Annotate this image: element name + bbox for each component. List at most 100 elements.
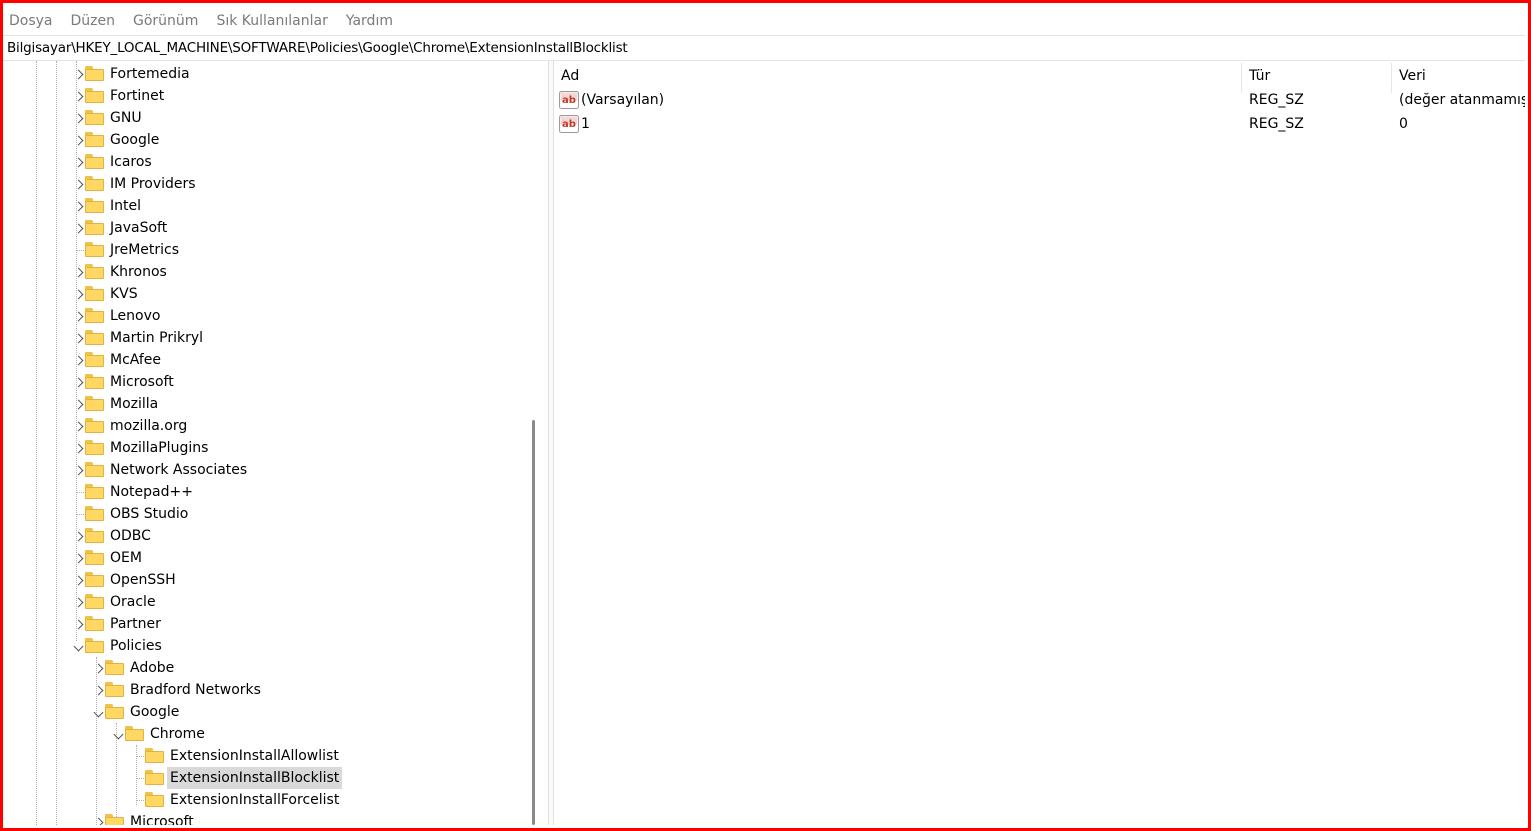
chevron-right-icon[interactable] <box>71 415 85 437</box>
tree-item[interactable]: ExtensionInstallAllowlist <box>3 745 523 767</box>
menu-item-g-r-n-m[interactable]: Görünüm <box>133 13 198 29</box>
tree-item-label: JreMetrics <box>110 242 180 258</box>
menu-item-d-zen[interactable]: Düzen <box>71 13 116 29</box>
tree-item-label: ExtensionInstallAllowlist <box>170 748 339 764</box>
tree-item[interactable]: OEM <box>3 547 523 569</box>
chevron-right-icon[interactable] <box>71 195 85 217</box>
chevron-right-icon[interactable] <box>71 547 85 569</box>
string-value-icon: ab <box>559 115 579 133</box>
chevron-right-icon[interactable] <box>91 811 105 825</box>
tree-item[interactable]: Chrome <box>3 723 523 745</box>
column-separator[interactable] <box>1391 63 1392 93</box>
tree-scrollbar[interactable] <box>532 420 535 825</box>
tree-item[interactable]: McAfee <box>3 349 523 371</box>
chevron-right-icon[interactable] <box>71 569 85 591</box>
chevron-right-icon[interactable] <box>71 63 85 85</box>
folder-icon <box>85 594 104 609</box>
tree-item-label: Network Associates <box>110 462 248 478</box>
chevron-right-icon[interactable] <box>71 591 85 613</box>
tree-item[interactable]: Oracle <box>3 591 523 613</box>
tree-item[interactable]: OBS Studio <box>3 503 523 525</box>
chevron-right-icon[interactable] <box>91 679 105 701</box>
folder-icon <box>85 506 104 521</box>
chevron-right-icon[interactable] <box>71 107 85 129</box>
tree-item[interactable]: Fortinet <box>3 85 523 107</box>
menu-item-dosya[interactable]: Dosya <box>9 13 53 29</box>
chevron-right-icon[interactable] <box>71 349 85 371</box>
chevron-right-icon[interactable] <box>71 393 85 415</box>
tree-item-label: OBS Studio <box>110 506 189 522</box>
chevron-right-icon[interactable] <box>91 657 105 679</box>
tree-item[interactable]: Icaros <box>3 151 523 173</box>
tree-item[interactable]: ExtensionInstallBlocklist <box>3 767 523 789</box>
tree-item[interactable]: Adobe <box>3 657 523 679</box>
chevron-down-icon[interactable] <box>111 723 125 745</box>
tree-item-label: Oracle <box>110 594 156 610</box>
chevron-right-icon[interactable] <box>71 217 85 239</box>
tree-item-label: Policies <box>110 638 162 654</box>
chevron-right-icon[interactable] <box>71 261 85 283</box>
chevron-right-icon[interactable] <box>71 525 85 547</box>
chevron-right-icon[interactable] <box>71 129 85 151</box>
chevron-right-icon[interactable] <box>71 371 85 393</box>
tree-item[interactable]: Bradford Networks <box>3 679 523 701</box>
tree-item[interactable]: ExtensionInstallForcelist <box>3 789 523 811</box>
tree-item-label: KVS <box>110 286 138 302</box>
chevron-right-icon[interactable] <box>71 151 85 173</box>
tree-item[interactable]: JavaSoft <box>3 217 523 239</box>
chevron-right-icon[interactable] <box>71 613 85 635</box>
chevron-right-icon[interactable] <box>71 437 85 459</box>
tree-item[interactable]: Notepad++ <box>3 481 523 503</box>
folder-icon <box>85 110 104 125</box>
tree-item[interactable]: Khronos <box>3 261 523 283</box>
folder-icon <box>85 462 104 477</box>
chevron-right-icon[interactable] <box>71 283 85 305</box>
tree-item-label: Martin Prikryl <box>110 330 203 346</box>
registry-tree[interactable]: Fortemedia Fortinet GNU Google Icaros IM Prov… <box>3 61 527 825</box>
chevron-right-icon[interactable] <box>71 327 85 349</box>
tree-item[interactable]: Policies <box>3 635 523 657</box>
tree-item[interactable]: Microsoft <box>3 811 523 825</box>
tree-item[interactable]: Martin Prikryl <box>3 327 523 349</box>
tree-item[interactable]: KVS <box>3 283 523 305</box>
chevron-down-icon[interactable] <box>91 701 105 723</box>
folder-icon <box>85 330 104 345</box>
tree-item-label: JavaSoft <box>110 220 168 236</box>
tree-item[interactable]: IM Providers <box>3 173 523 195</box>
menu-item-yard-m[interactable]: Yardım <box>346 13 393 29</box>
column-header-name[interactable]: Ad <box>561 65 579 87</box>
folder-icon <box>85 88 104 103</box>
folder-icon <box>85 154 104 169</box>
tree-item[interactable]: mozilla.org <box>3 415 523 437</box>
tree-item[interactable]: Google <box>3 701 523 723</box>
column-header-data[interactable]: Veri <box>1399 65 1426 87</box>
tree-item[interactable]: Microsoft <box>3 371 523 393</box>
address-bar[interactable]: Bilgisayar\HKEY_LOCAL_MACHINE\SOFTWARE\P… <box>3 35 1525 61</box>
folder-icon <box>85 528 104 543</box>
menu-item-s-k-kullan-lanlar[interactable]: Sık Kullanılanlar <box>216 13 327 29</box>
tree-item[interactable]: JreMetrics <box>3 239 523 261</box>
tree-item[interactable]: Network Associates <box>3 459 523 481</box>
column-separator[interactable] <box>1241 63 1242 93</box>
folder-icon <box>85 220 104 235</box>
tree-item[interactable]: MozillaPlugins <box>3 437 523 459</box>
tree-item[interactable]: Google <box>3 129 523 151</box>
chevron-down-icon[interactable] <box>71 635 85 657</box>
chevron-right-icon[interactable] <box>71 173 85 195</box>
tree-item[interactable]: OpenSSH <box>3 569 523 591</box>
chevron-right-icon[interactable] <box>71 305 85 327</box>
value-name: (Varsayılan) <box>581 92 665 108</box>
column-header-type[interactable]: Tür <box>1249 65 1270 87</box>
chevron-right-icon[interactable] <box>71 85 85 107</box>
tree-item[interactable]: Mozilla <box>3 393 523 415</box>
tree-item[interactable]: Intel <box>3 195 523 217</box>
tree-item[interactable]: Lenovo <box>3 305 523 327</box>
tree-item[interactable]: Fortemedia <box>3 63 523 85</box>
tree-item-label: Icaros <box>110 154 152 170</box>
tree-item[interactable]: Partner <box>3 613 523 635</box>
tree-item[interactable]: ODBC <box>3 525 523 547</box>
tree-item[interactable]: GNU <box>3 107 523 129</box>
values-list[interactable]: Ad Tür Veri ab (Varsayılan) REG_SZ (değer a… <box>553 61 1525 825</box>
tree-item-label: IM Providers <box>110 176 196 192</box>
chevron-right-icon[interactable] <box>71 459 85 481</box>
